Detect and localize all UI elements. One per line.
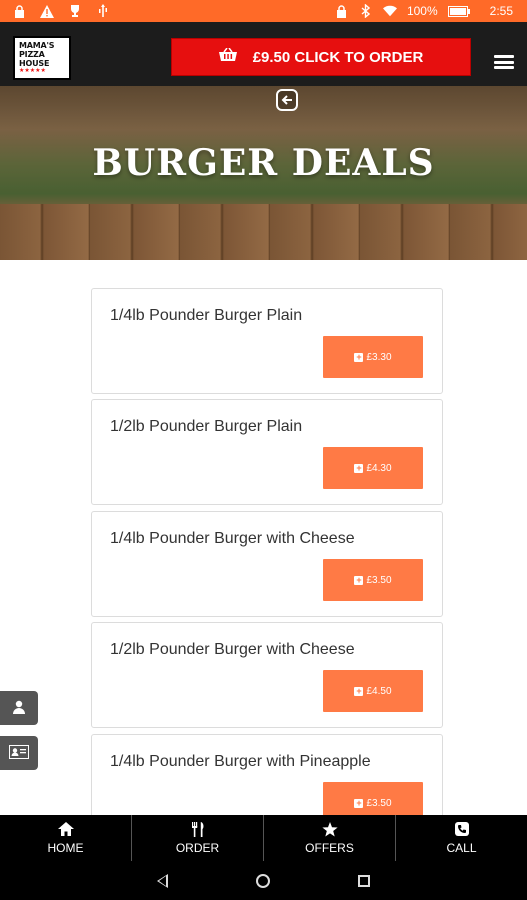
star-icon — [321, 821, 338, 838]
hero-banner: BURGER DEALS — [0, 86, 527, 260]
trophy-icon — [68, 4, 82, 18]
usb-icon — [96, 4, 110, 18]
wifi-icon — [382, 4, 397, 18]
plus-icon: + — [354, 574, 364, 585]
logo-line: HOUSE — [19, 59, 50, 68]
nav-label: HOME — [47, 840, 84, 855]
arrow-left-icon[interactable] — [276, 89, 298, 111]
contact-card-tab[interactable] — [0, 736, 38, 770]
lock-icon — [335, 4, 349, 18]
nav-label: OFFERS — [305, 840, 354, 855]
menu-item-card: 1/4lb Pounder Burger with Cheese + £3.50 — [91, 511, 443, 617]
page-title: BURGER DEALS — [92, 142, 435, 184]
menu-item-card: 1/2lb Pounder Burger Plain + £4.30 — [91, 399, 443, 505]
logo-stars: ★★★★★ — [19, 68, 46, 74]
nav-order[interactable]: ORDER — [131, 815, 263, 861]
menu-item-price: £4.30 — [366, 462, 392, 474]
menu-item-card: 1/2lb Pounder Burger with Cheese + £4.50 — [91, 622, 443, 728]
system-navigation-bar — [0, 861, 527, 900]
home-icon — [57, 821, 74, 838]
menu-icon[interactable] — [494, 55, 514, 69]
plus-icon: + — [354, 797, 364, 808]
add-to-order-button[interactable]: + £3.30 — [323, 336, 423, 378]
menu-item-card: 1/4lb Pounder Burger with Pineapple + £3… — [91, 734, 443, 815]
menu-item-card: 1/4lb Pounder Burger Plain + £3.30 — [91, 288, 443, 394]
menu-item-name: 1/4lb Pounder Burger Plain — [110, 307, 303, 324]
menu-item-price: £3.50 — [366, 797, 392, 809]
account-tab[interactable] — [0, 691, 38, 725]
id-card-icon — [9, 744, 29, 762]
menu-item-name: 1/4lb Pounder Burger with Pineapple — [110, 753, 371, 770]
battery-percent: 100% — [406, 4, 438, 18]
wood-planks-background — [0, 204, 527, 260]
click-to-order-button[interactable]: £9.50 CLICK TO ORDER — [171, 38, 471, 76]
system-recents-icon[interactable] — [358, 874, 370, 887]
lock-icon — [12, 4, 26, 18]
nav-call[interactable]: CALL — [395, 815, 527, 861]
phone-icon — [454, 821, 469, 838]
app-header: MAMA'S PIZZA HOUSE ★★★★★ £9.50 CLICK TO … — [0, 22, 527, 86]
nav-label: ORDER — [175, 840, 220, 855]
warning-icon — [40, 4, 54, 18]
nav-home[interactable]: HOME — [0, 815, 131, 861]
add-to-order-button[interactable]: + £3.50 — [323, 782, 423, 815]
nav-label: CALL — [446, 840, 477, 855]
plus-icon: + — [354, 685, 364, 696]
nav-offers[interactable]: OFFERS — [263, 815, 395, 861]
logo-line: MAMA'S — [19, 41, 55, 50]
battery-icon — [447, 4, 470, 18]
plus-icon: + — [354, 351, 364, 362]
logo-line: PIZZA — [19, 50, 45, 59]
add-to-order-button[interactable]: + £4.30 — [323, 447, 423, 489]
system-home-icon[interactable] — [256, 873, 270, 888]
logo[interactable]: MAMA'S PIZZA HOUSE ★★★★★ — [13, 36, 71, 80]
menu-item-name: 1/2lb Pounder Burger with Cheese — [110, 641, 355, 658]
add-to-order-button[interactable]: + £4.50 — [323, 670, 423, 712]
add-to-order-button[interactable]: + £3.50 — [323, 559, 423, 601]
system-back-icon[interactable] — [157, 873, 168, 888]
clock: 2:55 — [489, 4, 513, 18]
menu-list: 1/4lb Pounder Burger Plain + £3.30 1/2lb… — [0, 260, 527, 815]
plus-icon: + — [354, 462, 364, 473]
menu-item-price: £3.30 — [366, 351, 392, 363]
status-bar: 100% 2:55 — [0, 0, 527, 22]
bottom-navigation: HOME ORDER OFFERS CALL — [0, 815, 527, 861]
order-button-label: £9.50 CLICK TO ORDER — [252, 48, 424, 66]
menu-item-name: 1/2lb Pounder Burger Plain — [110, 418, 303, 435]
user-icon — [12, 700, 26, 717]
cutlery-icon — [191, 821, 205, 838]
bluetooth-icon — [359, 4, 373, 18]
menu-item-price: £3.50 — [366, 574, 392, 586]
basket-icon — [218, 47, 237, 66]
menu-item-price: £4.50 — [366, 685, 392, 697]
menu-item-name: 1/4lb Pounder Burger with Cheese — [110, 530, 355, 547]
